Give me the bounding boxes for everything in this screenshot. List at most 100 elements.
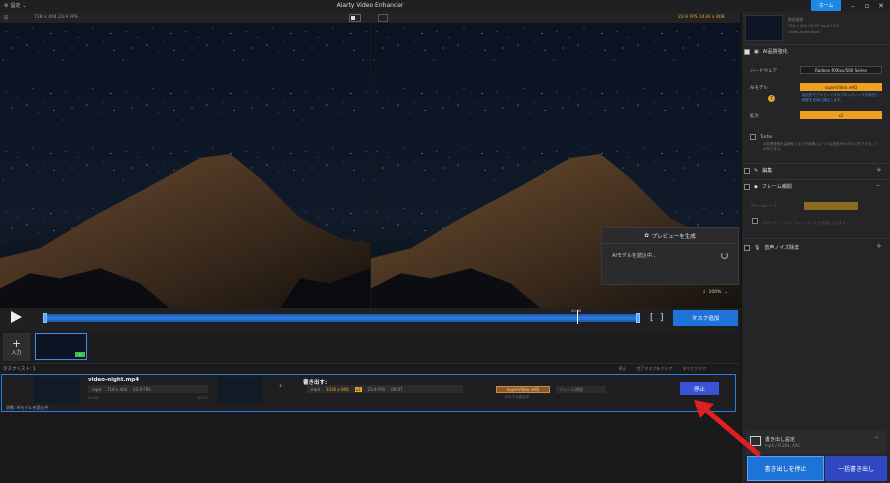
turbo-checkbox[interactable] (750, 134, 756, 140)
file-info: 動画情報 718 x 404 00:07 mp4 23.9 video-nigh… (788, 17, 839, 35)
settings-label: 設定 (10, 3, 21, 9)
add-task-button[interactable]: タスク追加 (673, 310, 738, 326)
aperture-icon: ✿ (644, 232, 649, 239)
source-meta: mp4 718 x 404 23.9 FPS (88, 385, 208, 393)
trim-end-handle[interactable] (636, 313, 640, 323)
chevron-down-icon: ⌄ (22, 2, 27, 9)
compare-mode-toggle[interactable] (349, 14, 361, 22)
home-button[interactable]: ホーム (811, 0, 841, 11)
edit-section-label: 編集 (762, 168, 773, 174)
mountain-image (0, 153, 370, 308)
slowmo-option[interactable] (752, 218, 758, 226)
turbo-option[interactable]: Turbo (750, 134, 772, 140)
batch-export-button[interactable]: 一括書き出し (825, 456, 887, 481)
output-thumbnail (218, 377, 262, 403)
clear-all-button[interactable]: すべてクリア (682, 366, 706, 372)
before-tag: 前 (4, 16, 9, 21)
ai-icon: ▣ (754, 48, 759, 55)
input-label: 入力 (11, 349, 22, 356)
source-info: 718 x 404 23.9 FPS (34, 15, 78, 20)
frame-interp-checkbox[interactable] (744, 183, 750, 190)
output-meta: mp4 1436 x 808 x2 23.9 FPS 00:07 (307, 385, 463, 393)
popup-title: プレビューを生成 (651, 233, 696, 240)
frame-interp-section[interactable]: ◆ フレーム補間 (744, 181, 888, 192)
task-filename: video-night.mp4 (88, 377, 140, 383)
maximize-icon[interactable]: ▫ (862, 1, 872, 10)
source-fps: 23.9 FPS (133, 386, 151, 392)
model-label: AIモデル (750, 86, 768, 91)
hardware-select[interactable]: Radeon RX6xx/560 Series (800, 66, 882, 74)
source-start: 00:00 (88, 396, 99, 400)
source-resolution: 718 x 404 (106, 386, 128, 392)
output-info: 23.9 FPS 1436 x 808 (678, 15, 725, 20)
ai-enhance-checkbox[interactable] (744, 48, 750, 55)
frame-interp-tag: フレーム補間 (556, 386, 606, 393)
noise-checkbox[interactable] (744, 244, 750, 251)
source-thumbnail (34, 377, 80, 403)
ai-section-label: AI品質強化 (762, 49, 788, 55)
clear-completed-button[interactable]: 完了タスクをクリア (636, 366, 672, 372)
file-info-name: video-night.mp4 (788, 29, 820, 34)
source-container: mp4 (92, 386, 101, 392)
app-title: Aiarty Video Enhancer (336, 2, 404, 9)
playhead[interactable] (577, 310, 579, 324)
output-fps: 23.9 FPS (367, 386, 386, 392)
collapse-minus-icon[interactable]: – (876, 181, 880, 189)
annotation-arrow (694, 400, 761, 457)
ai-enhance-section[interactable]: ▣ AI品質強化 (744, 46, 888, 57)
source-end: 00:07 (197, 396, 208, 400)
plus-icon: + (11, 336, 22, 350)
task-status: 状態: AIモデルを読込中 (6, 405, 49, 410)
frame-icon: ◆ (754, 183, 758, 190)
output-resolution: 1436 x 808 (325, 386, 349, 392)
play-button[interactable] (11, 311, 22, 323)
settings-button[interactable]: ⚙ 設定 ⌄ (4, 2, 27, 10)
scale-select[interactable]: x2 (800, 111, 882, 119)
turbo-label: Turbo (760, 134, 773, 140)
noise-section-label: 音声ノイズ除去 (764, 245, 800, 251)
set-in-point-button[interactable]: [ (650, 313, 654, 323)
title-bar: Aiarty Video Enhancer (0, 0, 890, 12)
clip-strip (0, 330, 740, 363)
edit-section[interactable]: ✎ 編集 (744, 165, 888, 176)
chevron-up-icon[interactable]: ⌃ (874, 436, 879, 443)
frame-description: スローモーション / フレームレートを自然に上げます (762, 221, 846, 225)
task-count: タスクリスト: 1 (3, 367, 36, 372)
stop-export-button[interactable]: 書き出しを停止 (747, 456, 824, 481)
output-scale: x2 (354, 386, 362, 392)
stop-all-button[interactable]: 停止 (618, 366, 626, 372)
expand-plus-icon[interactable]: + (876, 166, 882, 174)
export-settings-format: mp4 / H.264, AAC (765, 443, 801, 448)
input-button[interactable]: + 入力 (3, 333, 30, 361)
export-settings-title: 書き出し設定 (765, 437, 796, 443)
model-select[interactable]: superVideo vHQ (800, 83, 882, 91)
trim-start-handle[interactable] (43, 313, 47, 323)
edit-checkbox[interactable] (744, 167, 750, 174)
preview-generate-popup: ✿ プレビューを生成 AIモデルを読込中... (601, 227, 739, 285)
model-tag: superVideo vHQ (496, 386, 550, 393)
expand-plus-icon[interactable]: + (876, 242, 882, 250)
help-icon[interactable]: ? (768, 95, 775, 102)
generate-preview-button[interactable]: ✿ プレビューを生成 (602, 228, 738, 244)
close-icon[interactable]: ✕ (876, 1, 886, 10)
minimize-icon[interactable]: – (848, 1, 858, 10)
noise-section[interactable]: 🎙 音声ノイズ除去 (744, 242, 888, 253)
task-list-header: タスクリスト: 1 停止 完了タスクをクリア すべてクリア (0, 363, 740, 372)
preview-toolbar: 前 718 x 404 23.9 FPS 23.9 FPS 1436 x 808 (0, 12, 740, 24)
stop-task-button[interactable]: 停止 (680, 382, 719, 395)
source-times: 00:00 00:07 (88, 396, 208, 400)
model-description: 高品質モデルでノイズやブロックノイズを除去し細部を自然に補正します。 (802, 93, 879, 102)
arrow-right-icon: › (279, 381, 283, 390)
timeline-track[interactable] (43, 314, 640, 322)
turbo-description: AI処理速度を高速化しますが映像によっては品質がわずかに低下することがあります。 (763, 142, 879, 151)
popup-status: AIモデルを読込中... (612, 253, 657, 259)
chevron-down-icon: ⌄ (724, 289, 729, 295)
source-preview (0, 24, 370, 308)
file-thumbnail (745, 15, 783, 41)
frame-rate-select[interactable] (804, 202, 858, 210)
model-status: AIモデル読込中 (505, 395, 530, 399)
split-view-button[interactable] (378, 14, 388, 22)
scale-label: 拡大 (750, 114, 759, 119)
set-out-point-button[interactable]: ] (660, 313, 664, 323)
zoom-control[interactable]: ⌕ 100% ⌄ (703, 289, 729, 296)
